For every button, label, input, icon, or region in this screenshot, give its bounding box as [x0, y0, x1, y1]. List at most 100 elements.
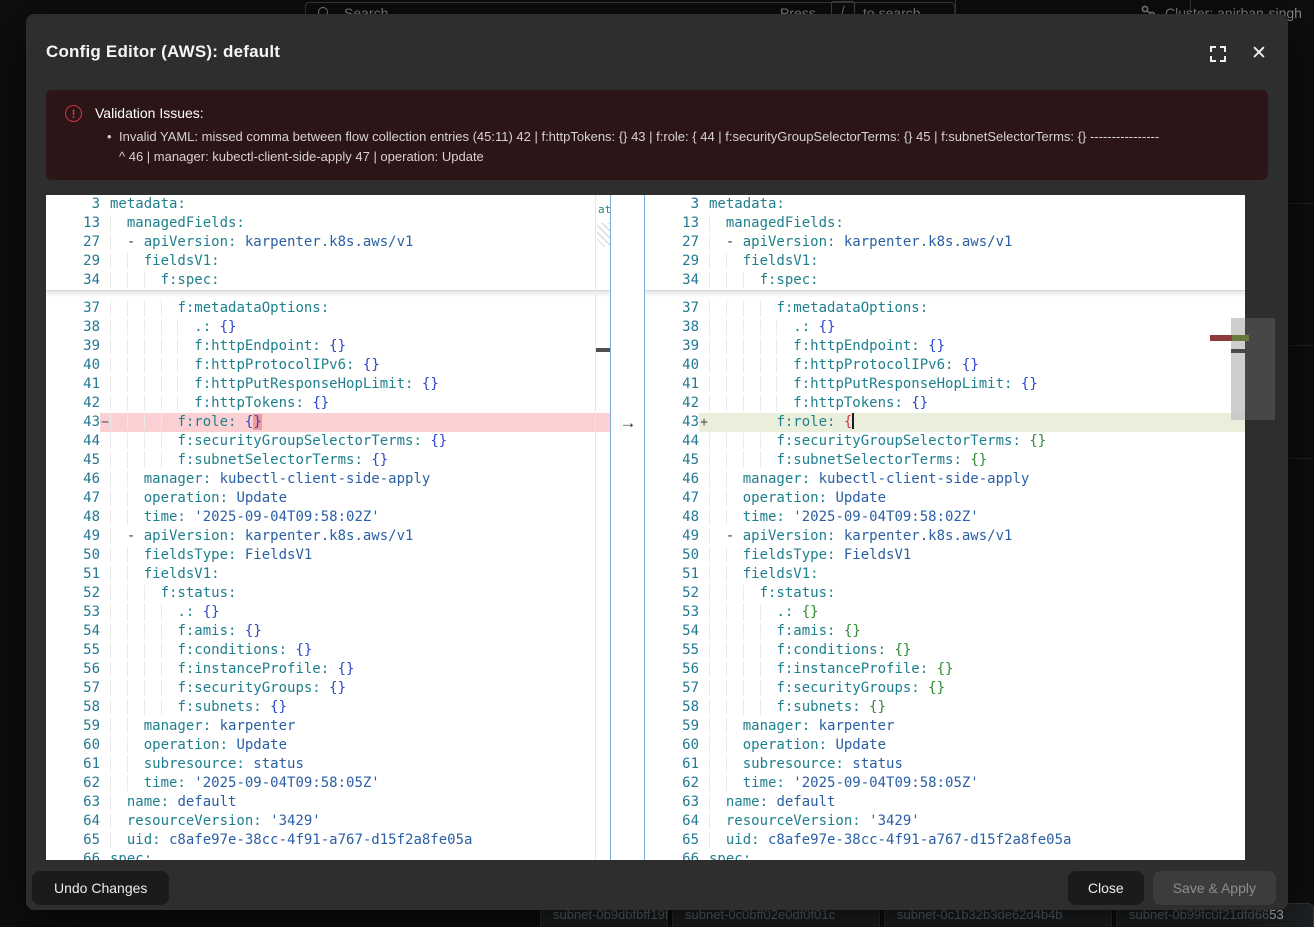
code-line[interactable]: 3metadata:: [46, 195, 610, 214]
revert-arrow-button[interactable]: →: [617, 413, 639, 432]
line-number[interactable]: 48: [645, 508, 699, 527]
code-line[interactable]: 44 f:securityGroupSelectorTerms: {}: [46, 432, 610, 451]
code-line[interactable]: 34 f:spec:: [645, 271, 1245, 290]
line-number[interactable]: 38: [645, 318, 699, 337]
code-line[interactable]: 48 time: '2025-09-04T09:58:02Z': [46, 508, 610, 527]
code-line[interactable]: 52 f:status:: [46, 584, 610, 603]
save-apply-button[interactable]: Save & Apply: [1153, 871, 1276, 905]
line-number[interactable]: 49: [46, 527, 100, 546]
code-line[interactable]: 60 operation: Update: [46, 736, 610, 755]
line-number[interactable]: 62: [645, 774, 699, 793]
code-line[interactable]: 65 uid: c8afe97e-38cc-4f91-a767-d15f2a8f…: [46, 831, 610, 850]
line-number[interactable]: 54: [645, 622, 699, 641]
line-number[interactable]: 34: [46, 271, 100, 290]
code-line[interactable]: 3metadata:: [645, 195, 1245, 214]
code-line[interactable]: 62 time: '2025-09-04T09:58:05Z': [645, 774, 1245, 793]
code-line[interactable]: 27 - apiVersion: karpenter.k8s.aws/v1: [645, 233, 1245, 252]
code-line[interactable]: 53 .: {}: [645, 603, 1245, 622]
code-line[interactable]: 58 f:subnets: {}: [46, 698, 610, 717]
line-number[interactable]: 13: [46, 214, 100, 233]
undo-changes-button[interactable]: Undo Changes: [32, 871, 169, 905]
code-line[interactable]: 43− f:role: {}: [46, 413, 610, 432]
line-number[interactable]: 49: [645, 527, 699, 546]
code-line[interactable]: 65 uid: c8afe97e-38cc-4f91-a767-d15f2a8f…: [645, 831, 1245, 850]
line-number[interactable]: 53: [645, 603, 699, 622]
sticky-scroll-header[interactable]: 3metadata:13 managedFields:27 - apiVersi…: [46, 195, 610, 291]
line-number[interactable]: 47: [645, 489, 699, 508]
line-number[interactable]: 38: [46, 318, 100, 337]
line-number[interactable]: 64: [645, 812, 699, 831]
code-line[interactable]: 55 f:conditions: {}: [46, 641, 610, 660]
line-number[interactable]: 42: [46, 394, 100, 413]
code-line[interactable]: 57 f:securityGroups: {}: [645, 679, 1245, 698]
code-line[interactable]: 50 fieldsType: FieldsV1: [645, 546, 1245, 565]
code-line[interactable]: 39 f:httpEndpoint: {}: [645, 337, 1245, 356]
code-line[interactable]: 27 - apiVersion: karpenter.k8s.aws/v1: [46, 233, 610, 252]
line-number[interactable]: 58: [46, 698, 100, 717]
code-line[interactable]: 38 .: {}: [46, 318, 610, 337]
code-lines[interactable]: 37 f:metadataOptions:38 .: {}39 f:httpEn…: [46, 291, 610, 860]
original-editor-pane[interactable]: 3metadata:13 managedFields:27 - apiVersi…: [46, 195, 610, 860]
line-number[interactable]: 59: [46, 717, 100, 736]
code-line[interactable]: 40 f:httpProtocolIPv6: {}: [46, 356, 610, 375]
line-number[interactable]: 60: [46, 736, 100, 755]
line-number[interactable]: 50: [46, 546, 100, 565]
fullscreen-button[interactable]: [1207, 43, 1229, 65]
line-number[interactable]: 58: [645, 698, 699, 717]
code-line[interactable]: 29 fieldsV1:: [645, 252, 1245, 271]
diff-sash[interactable]: →: [610, 195, 645, 860]
line-number[interactable]: 50: [645, 546, 699, 565]
line-number[interactable]: 56: [645, 660, 699, 679]
code-line[interactable]: 46 manager: kubectl-client-side-apply: [46, 470, 610, 489]
code-line[interactable]: 46 manager: kubectl-client-side-apply: [645, 470, 1245, 489]
code-line[interactable]: 38 .: {}: [645, 318, 1245, 337]
code-line[interactable]: 51 fieldsV1:: [645, 565, 1245, 584]
line-number[interactable]: 42: [645, 394, 699, 413]
line-number[interactable]: 65: [645, 831, 699, 850]
code-line[interactable]: 63 name: default: [645, 793, 1245, 812]
code-line[interactable]: 49 - apiVersion: karpenter.k8s.aws/v1: [46, 527, 610, 546]
code-line[interactable]: 13 managedFields:: [46, 214, 610, 233]
overview-ruler[interactable]: at: [595, 195, 610, 860]
code-line[interactable]: 40 f:httpProtocolIPv6: {}: [645, 356, 1245, 375]
code-line[interactable]: 29 fieldsV1:: [46, 252, 610, 271]
code-line[interactable]: 57 f:securityGroups: {}: [46, 679, 610, 698]
code-line[interactable]: 52 f:status:: [645, 584, 1245, 603]
code-line[interactable]: 59 manager: karpenter: [645, 717, 1245, 736]
line-number[interactable]: 44: [46, 432, 100, 451]
line-number[interactable]: 40: [645, 356, 699, 375]
line-number[interactable]: 53: [46, 603, 100, 622]
line-number[interactable]: 66: [645, 850, 699, 860]
line-number[interactable]: 54: [46, 622, 100, 641]
line-number[interactable]: 62: [46, 774, 100, 793]
line-number[interactable]: 29: [645, 252, 699, 271]
line-number[interactable]: 55: [46, 641, 100, 660]
line-number[interactable]: 61: [46, 755, 100, 774]
line-number[interactable]: 52: [46, 584, 100, 603]
line-number[interactable]: 66: [46, 850, 100, 860]
code-line[interactable]: 49 - apiVersion: karpenter.k8s.aws/v1: [645, 527, 1245, 546]
line-number[interactable]: 41: [46, 375, 100, 394]
code-line[interactable]: 44 f:securityGroupSelectorTerms: {}: [645, 432, 1245, 451]
line-number[interactable]: 29: [46, 252, 100, 271]
code-line[interactable]: 42 f:httpTokens: {}: [645, 394, 1245, 413]
line-number[interactable]: 46: [645, 470, 699, 489]
code-line[interactable]: 63 name: default: [46, 793, 610, 812]
code-line[interactable]: 13 managedFields:: [645, 214, 1245, 233]
code-line[interactable]: 60 operation: Update: [645, 736, 1245, 755]
code-line[interactable]: 41 f:httpPutResponseHopLimit: {}: [645, 375, 1245, 394]
code-line[interactable]: 61 subresource: status: [645, 755, 1245, 774]
line-number[interactable]: 43: [645, 413, 699, 432]
code-line[interactable]: 66spec:: [46, 850, 610, 860]
line-number[interactable]: 51: [46, 565, 100, 584]
line-number[interactable]: 51: [645, 565, 699, 584]
code-line[interactable]: 51 fieldsV1:: [46, 565, 610, 584]
code-line[interactable]: 34 f:spec:: [46, 271, 610, 290]
code-line[interactable]: 37 f:metadataOptions:: [46, 299, 610, 318]
code-line[interactable]: 54 f:amis: {}: [46, 622, 610, 641]
code-line[interactable]: 50 fieldsType: FieldsV1: [46, 546, 610, 565]
line-number[interactable]: 63: [46, 793, 100, 812]
line-number[interactable]: 44: [645, 432, 699, 451]
code-line[interactable]: 41 f:httpPutResponseHopLimit: {}: [46, 375, 610, 394]
line-number[interactable]: 64: [46, 812, 100, 831]
